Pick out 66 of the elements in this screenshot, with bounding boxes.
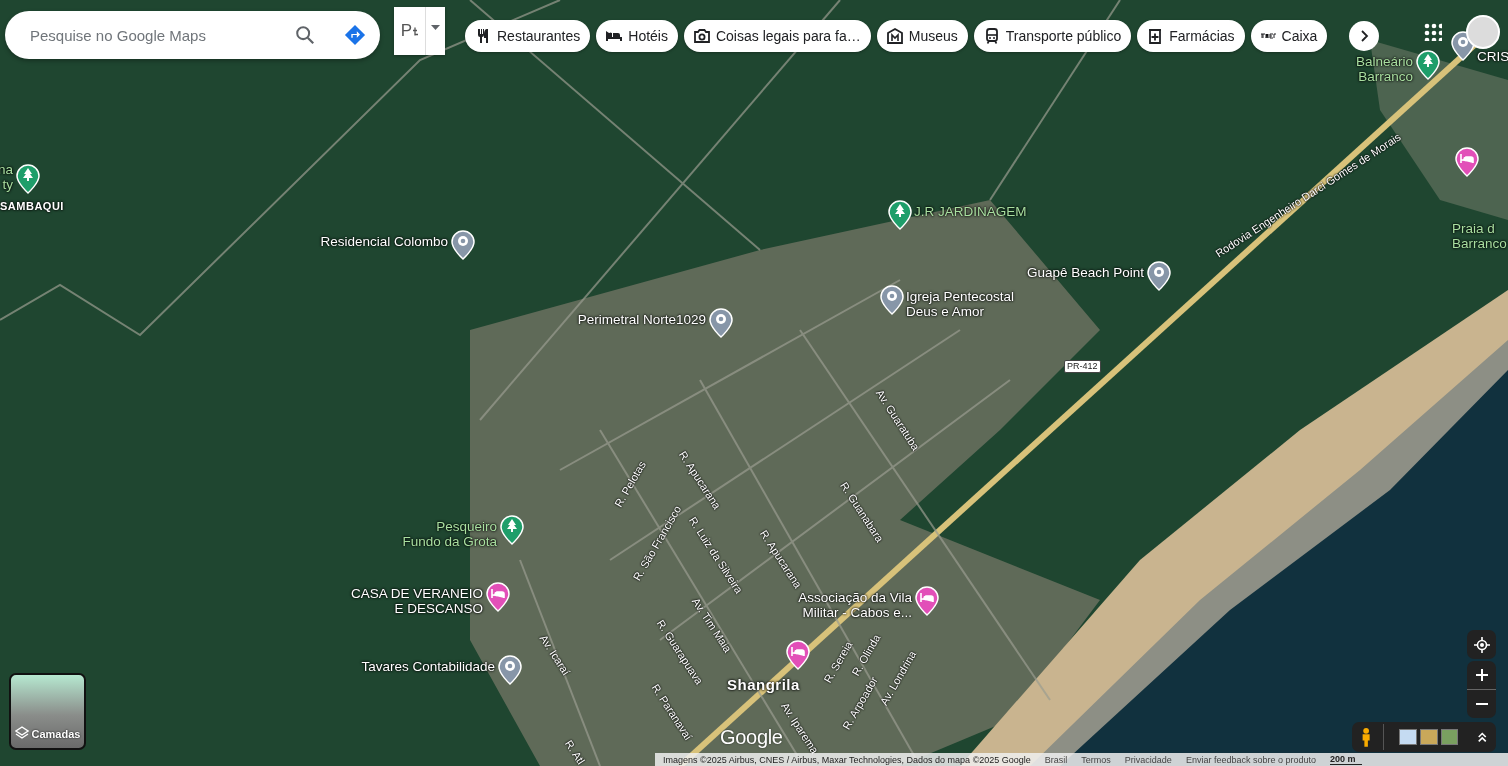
place-label[interactable]: CRIS [1477, 49, 1508, 64]
plus-icon [1473, 667, 1490, 683]
place-label[interactable]: CASA DE VERANEIO E DESCANSO [350, 586, 483, 616]
pegman-icon[interactable] [1360, 726, 1373, 748]
location-button[interactable] [1467, 630, 1496, 659]
park-pin[interactable] [888, 200, 912, 230]
place-pin[interactable] [498, 655, 522, 685]
category-chip[interactable]: Caixa [1250, 20, 1328, 52]
layers-button[interactable]: Camadas [9, 673, 86, 750]
minus-icon [1475, 703, 1488, 705]
parking-button[interactable]: P [394, 7, 426, 55]
road-shield: PR-412 [1064, 360, 1101, 373]
atm-icon [1259, 33, 1277, 39]
footer-link[interactable]: Brasil [1044, 754, 1068, 765]
place-label[interactable]: Perimetral Norte1029 [577, 312, 706, 327]
camera-icon [692, 27, 711, 45]
category-chip[interactable]: Transporte público [973, 20, 1132, 52]
zoom-out-button[interactable] [1467, 690, 1496, 718]
footer-link[interactable]: Enviar feedback sobre o produto [1185, 754, 1316, 765]
footer-link[interactable]: Termos [1081, 754, 1111, 765]
place-label[interactable]: Igreja Pentecostal Deus e Amor [906, 289, 1015, 319]
hotel-pin[interactable] [1455, 147, 1479, 177]
attribution-text: Imagens ©2025 Airbus, CNES / Airbus, Maxar Technologies, Dados do mapa ©2025 Google [663, 754, 1031, 765]
directions-icon[interactable] [344, 24, 366, 46]
place-pin[interactable] [1147, 261, 1171, 291]
chevron-icon [1358, 30, 1370, 42]
search-field[interactable]: Pesquise no Google Maps [5, 11, 380, 59]
place-label: Praia d Barranco [1452, 221, 1507, 251]
dropdown-button[interactable] [426, 7, 445, 55]
category-chip[interactable]: Coisas legais para fa… [683, 20, 871, 52]
street-view-thumbnail[interactable] [1440, 729, 1459, 745]
place-pin[interactable] [709, 308, 733, 338]
category-chip[interactable]: Farmácias [1137, 20, 1245, 52]
search-icon[interactable] [294, 24, 316, 46]
place-label[interactable]: Balneário Barranco [1355, 54, 1413, 84]
category-chip[interactable]: Museus [876, 20, 968, 52]
scale-bar[interactable]: 200 m [1329, 754, 1362, 765]
area-label: SAMBAQUI [0, 199, 64, 214]
park-pin[interactable] [1416, 50, 1440, 80]
caret-icon [431, 25, 440, 30]
place-label[interactable]: Residencial Colombo [320, 234, 448, 249]
hotel-pin[interactable] [486, 582, 510, 612]
footer-link[interactable]: Privacidade [1124, 754, 1172, 765]
place-pin[interactable] [880, 285, 904, 315]
layers-icon [14, 726, 29, 740]
place-label[interactable]: Pesqueiro Fundo da Grota [402, 519, 497, 549]
place-label[interactable]: Guapê Beach Point [1026, 265, 1144, 280]
hotel-pin[interactable] [915, 586, 939, 616]
crosshair-icon [1473, 636, 1490, 653]
park-pin[interactable] [16, 164, 40, 194]
street-label: R. Atl [562, 737, 588, 766]
terrain-thumbnail[interactable] [1399, 729, 1417, 745]
small-t-icon [412, 27, 419, 36]
hotel-pin[interactable] [786, 640, 810, 670]
place-label[interactable]: J.R JARDINAGEM [914, 204, 1027, 219]
category-chip[interactable]: Hotéis [596, 20, 678, 52]
google-logo: Google [720, 726, 783, 749]
double-chevron-icon[interactable] [1477, 731, 1488, 743]
apps-grid-icon[interactable] [1424, 23, 1442, 41]
satellite-thumbnail[interactable] [1419, 729, 1438, 745]
zoom-in-button[interactable] [1467, 661, 1496, 690]
place-label[interactable]: Tavares Contabilidade [361, 659, 495, 674]
park-pin[interactable] [500, 515, 524, 545]
category-chip[interactable]: Restaurantes [465, 20, 591, 52]
museum-icon [885, 27, 904, 45]
place-pin[interactable] [451, 230, 475, 260]
